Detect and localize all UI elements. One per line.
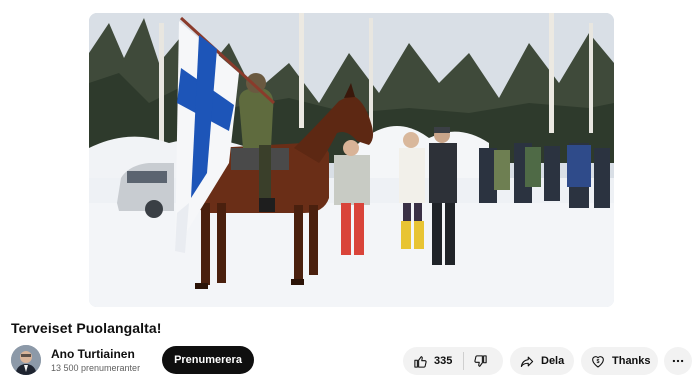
share-label: Dela [541, 355, 565, 367]
more-actions-button[interactable] [664, 347, 692, 375]
svg-text:$: $ [597, 359, 600, 365]
like-button[interactable]: 335 [403, 347, 452, 375]
thanks-label: Thanks [612, 355, 651, 367]
dislike-button[interactable] [464, 347, 488, 375]
subscriber-count: 13 500 prenumeranter [51, 362, 141, 373]
video-player[interactable] [89, 13, 614, 307]
subscribe-button[interactable]: Prenumerera [162, 346, 254, 374]
video-frame [89, 13, 614, 307]
like-dislike-group: 335 [403, 347, 503, 375]
thumbs-down-icon [474, 354, 488, 367]
thanks-dollar-icon: $ [592, 356, 604, 368]
thumbs-up-icon [414, 355, 427, 368]
share-button[interactable]: Dela [510, 347, 574, 375]
video-title: Terveiset Puolangalta! [11, 320, 162, 336]
share-arrow-icon [520, 356, 534, 367]
more-dots-icon [672, 359, 684, 363]
video-watch-page: Terveiset Puolangalta! Ano Turtiainen 13… [0, 0, 700, 386]
channel-row: Ano Turtiainen 13 500 prenumeranter Pren… [11, 344, 254, 376]
thanks-button[interactable]: $ Thanks [581, 347, 658, 375]
channel-avatar[interactable] [11, 345, 41, 375]
channel-meta: Ano Turtiainen 13 500 prenumeranter [51, 347, 140, 374]
channel-name[interactable]: Ano Turtiainen [51, 347, 140, 362]
like-count: 335 [434, 355, 453, 367]
